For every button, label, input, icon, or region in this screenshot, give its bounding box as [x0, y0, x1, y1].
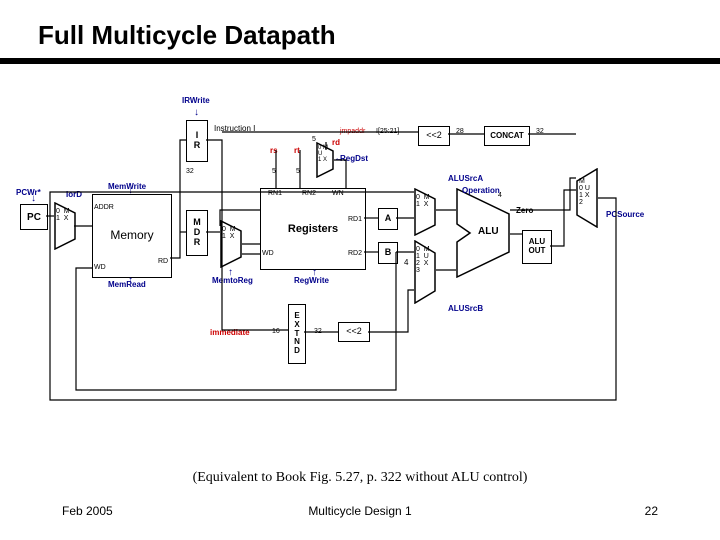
iord-mux-label: 0 M 1 X	[56, 208, 70, 222]
w5c: 5	[312, 136, 316, 143]
w5b: 5	[296, 168, 300, 175]
slide-title: Full Multicycle Datapath	[38, 20, 336, 51]
regwrite-arrow: ↑	[312, 268, 317, 278]
memtoreg-arrow: ↑	[228, 268, 233, 278]
iord-signal: IorD	[66, 190, 82, 199]
rd2-port: RD2	[348, 250, 362, 257]
reg-wd-port: WD	[262, 250, 274, 257]
alu-label: ALU	[478, 226, 499, 237]
pc-block: PC	[20, 204, 48, 230]
memread-arrow: ↑	[128, 276, 133, 286]
bus32-a: 32	[186, 168, 194, 175]
extend-block: E X T N D	[288, 304, 306, 364]
w28-label: 28	[456, 128, 464, 135]
mem-wd-port: WD	[94, 264, 106, 271]
footer-right: 22	[645, 504, 658, 518]
memread-signal: MemRead	[108, 280, 146, 289]
regdst-signal: RegDst	[340, 154, 368, 163]
registers-block: Registers	[260, 188, 366, 270]
rs-label: rs	[270, 146, 278, 155]
zero-label: Zero	[516, 206, 533, 215]
i2521-label: I[25:21]	[376, 128, 399, 135]
addr-port: ADDR	[94, 204, 114, 211]
irwrite-signal: IRWrite	[182, 96, 210, 105]
rt-label: rt	[294, 146, 300, 155]
title-underline	[0, 58, 720, 64]
pcsource-signal: PCSource	[606, 210, 644, 219]
b-register: B	[378, 242, 398, 264]
rn2-port: RN2	[302, 190, 316, 197]
ir-block: I R	[186, 120, 208, 162]
alusrca-signal: ALUSrcA	[448, 174, 483, 183]
shift-left-2-bottom: <<2	[338, 322, 370, 342]
caption: (Equivalent to Book Fig. 5.27, p. 322 wi…	[0, 470, 720, 486]
pcwrite-signal: PCWr*	[16, 188, 41, 197]
wn-port: WN	[332, 190, 344, 197]
footer-center: Multicycle Design 1	[0, 504, 720, 518]
concat-block: CONCAT	[484, 126, 530, 146]
regdst-arrow: ←	[334, 154, 344, 164]
pcwrite-arrow: ↓	[31, 194, 36, 204]
pcsource-mux-label: M 0 U 1 X 2	[579, 178, 590, 206]
mem-rd-port: RD	[158, 258, 168, 265]
alusrcb-mux-label: 0 M 1 U 2 X 3	[416, 246, 430, 274]
w5a: 5	[272, 168, 276, 175]
aluout-block: ALU OUT	[522, 230, 552, 264]
a-register: A	[378, 208, 398, 230]
operation-signal: Operation	[462, 186, 500, 195]
immediate-label: immediate	[210, 328, 250, 337]
shift-left-2-top: <<2	[418, 126, 450, 146]
jmpaddr-label: jmpaddr	[340, 128, 365, 135]
w16-label: 16	[272, 328, 280, 335]
rd-label: rd	[332, 138, 340, 147]
instruction-label: Instruction I	[214, 124, 255, 133]
mdr-block: M D R	[186, 210, 208, 256]
regdst-mux-label: 0 M U 1 X	[318, 145, 328, 163]
w32-label: 32	[536, 128, 544, 135]
memwrite-arrow: ↓	[128, 186, 133, 196]
alusrcb-signal: ALUSrcB	[448, 304, 483, 313]
rn1-port: RN1	[268, 190, 282, 197]
datapath-diagram: PC PCWr* ↓ 0 M 1 X IorD Memory ADDR RD W…	[16, 90, 704, 450]
const-four: 4	[404, 258, 408, 267]
irwrite-arrow: ↓	[194, 108, 199, 118]
memtoreg-mux-label: 0 M 1 X	[222, 226, 236, 240]
op-width: 4	[498, 192, 502, 199]
w32b-label: 32	[314, 328, 322, 335]
rd1-port: RD1	[348, 216, 362, 223]
alusrca-mux-label: 0 M 1 X	[416, 194, 430, 208]
